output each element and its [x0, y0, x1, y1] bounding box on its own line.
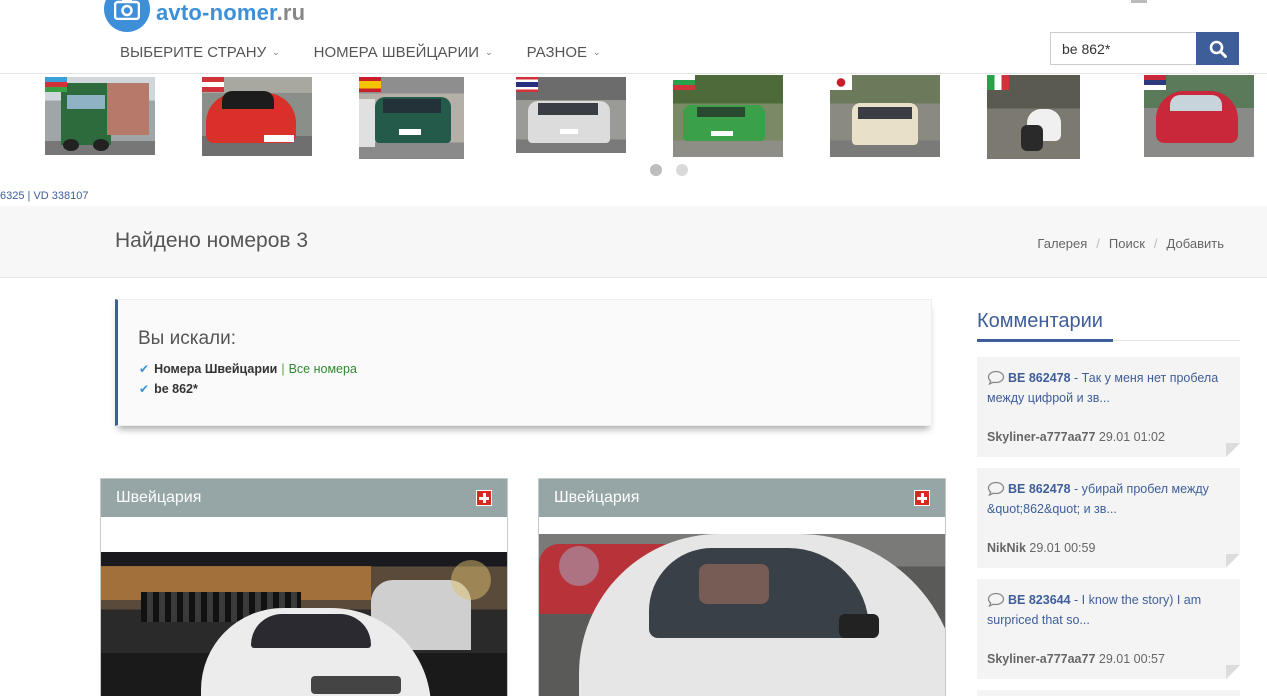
comment-meta: Skyliner-a777aa77 29.01 00:57: [987, 652, 1165, 666]
nav-label: РАЗНОЕ: [526, 44, 588, 61]
logo-text: avto-nomer.ru: [156, 0, 305, 26]
carousel-dot-2[interactable]: [676, 164, 688, 176]
main-nav: ВЫБЕРИТЕ СТРАНУ ⌄ НОМЕРА ШВЕЙЦАРИИ ⌄ РАЗ…: [108, 38, 613, 67]
nav-swiss-plates[interactable]: НОМЕРА ШВЕЙЦАРИИ ⌄: [302, 38, 505, 67]
swiss-flag-icon: [914, 490, 930, 506]
search-summary: Вы искали: ✔ Номера Швейцарии | Все номе…: [115, 299, 932, 426]
site-logo[interactable]: avto-nomer.ru: [104, 0, 305, 32]
comment-plate[interactable]: BE 862478: [1008, 482, 1071, 496]
result-card-2[interactable]: Швейцария: [538, 478, 946, 696]
nav-select-country[interactable]: ВЫБЕРИТЕ СТРАНУ ⌄: [108, 38, 292, 67]
comment-meta: Skyliner-a777aa77 29.01 01:02: [987, 430, 1165, 444]
serbia-flag-icon: [1144, 75, 1166, 90]
italy-flag-icon: [987, 75, 1009, 90]
carousel-thumb-5[interactable]: [673, 75, 783, 157]
camera-icon: [104, 0, 150, 32]
site-header: avto-nomer.ru ВЫБЕРИТЕ СТРАНУ ⌄ НОМЕРА Ш…: [0, 0, 1267, 74]
breadcrumb-separator: /: [1096, 236, 1100, 251]
comment-item[interactable]: BE 823644 - I know the story) I am surpr…: [977, 579, 1240, 679]
result-card-1[interactable]: Швейцария: [100, 478, 508, 696]
corner-fold: [1226, 554, 1240, 568]
top-menu-dash[interactable]: [1131, 0, 1147, 3]
swiss-flag-icon: [476, 490, 492, 506]
speech-bubble-icon: [987, 592, 1005, 607]
breadcrumb-search[interactable]: Поиск: [1109, 236, 1145, 251]
summary-title: Вы искали:: [138, 328, 236, 349]
bulgaria-flag-icon: [673, 75, 695, 90]
speech-bubble-icon: [987, 370, 1005, 385]
summary-query: be 862*: [154, 382, 198, 396]
breadcrumb-gallery[interactable]: Галерея: [1037, 236, 1087, 251]
card-header: Швейцария: [101, 479, 507, 517]
check-icon: ✔: [139, 362, 150, 376]
comment-text: BE 862478 - Так у меня нет пробела между…: [987, 368, 1232, 408]
carousel-thumb-8[interactable]: [1144, 75, 1254, 157]
summary-separator: |: [281, 362, 285, 376]
comment-item[interactable]: BE 862478 - Так у меня нет пробела между…: [977, 357, 1240, 457]
latest-plates-ticker[interactable]: 6325 | VD 338107: [0, 190, 88, 202]
logo-domain: .ru: [276, 0, 306, 25]
chevron-down-icon: ⌄: [272, 47, 280, 57]
comment-user[interactable]: Skyliner-a777aa77: [987, 652, 1095, 666]
search-button[interactable]: [1196, 32, 1239, 65]
breadcrumb: Галерея / Поиск / Добавить: [1037, 236, 1224, 251]
comment-user[interactable]: NikNik: [987, 541, 1026, 555]
comment-plate[interactable]: BE 862478: [1008, 371, 1071, 385]
comment-meta: NikNik 29.01 00:59: [987, 541, 1095, 555]
card-title: Швейцария: [554, 489, 640, 506]
carousel-thumb-2[interactable]: [202, 77, 312, 156]
carousel-thumb-4[interactable]: [516, 77, 626, 153]
corner-fold: [1226, 443, 1240, 457]
plate-photo[interactable]: [539, 534, 945, 696]
spain-flag-icon: [359, 77, 381, 92]
corner-fold: [1226, 665, 1240, 679]
azerbaijan-flag-icon: [45, 77, 67, 92]
card-title: Швейцария: [116, 489, 202, 506]
japan-flag-icon: [830, 75, 852, 90]
comment-item-partial: [977, 690, 1240, 696]
sidebar-title: Комментарии: [977, 310, 1103, 332]
page-title-band: Найдено номеров 3 Галерея / Поиск / Доба…: [0, 206, 1267, 278]
speech-bubble-icon: [987, 481, 1005, 496]
comment-time: 29.01 01:02: [1098, 430, 1165, 444]
chevron-down-icon: ⌄: [593, 47, 601, 57]
carousel-pagination: [650, 164, 702, 176]
page-title: Найдено номеров 3: [115, 229, 309, 252]
card-header: Швейцария: [539, 479, 945, 517]
sidebar-divider-accent: [977, 339, 1113, 342]
carousel-thumb-3[interactable]: [359, 77, 464, 159]
all-plates-link[interactable]: Все номера: [289, 362, 357, 376]
summary-country-row: ✔ Номера Швейцарии | Все номера: [139, 362, 357, 376]
nav-misc[interactable]: РАЗНОЕ ⌄: [515, 38, 613, 67]
comment-plate[interactable]: BE 823644: [1008, 593, 1071, 607]
nav-label: ВЫБЕРИТЕ СТРАНУ: [120, 44, 267, 61]
carousel-dot-1[interactable]: [650, 164, 662, 176]
comment-text: BE 862478 - убирай пробел между &quot;86…: [987, 479, 1232, 519]
breadcrumb-separator: /: [1153, 236, 1158, 251]
search-input[interactable]: [1050, 32, 1196, 65]
comment-text: BE 823644 - I know the story) I am surpr…: [987, 590, 1232, 630]
comment-time: 29.01 00:57: [1098, 652, 1165, 666]
comment-item[interactable]: BE 862478 - убирай пробел между &quot;86…: [977, 468, 1240, 568]
breadcrumb-add[interactable]: Добавить: [1167, 236, 1224, 251]
search-form: [1050, 32, 1239, 65]
comment-user[interactable]: Skyliner-a777aa77: [987, 430, 1095, 444]
carousel-thumb-1[interactable]: [45, 77, 155, 155]
logo-accent: nomer: [209, 0, 277, 25]
nav-label: НОМЕРА ШВЕЙЦАРИИ: [313, 44, 480, 61]
chevron-down-icon: ⌄: [485, 47, 493, 57]
search-icon: [1209, 40, 1227, 58]
austria-flag-icon: [202, 77, 224, 92]
carousel-thumb-6[interactable]: [830, 75, 940, 157]
comment-time: 29.01 00:59: [1029, 541, 1096, 555]
latest-photos-carousel: [0, 74, 1267, 186]
watermark-camera-icon: [559, 546, 599, 586]
thailand-flag-icon: [516, 77, 538, 92]
summary-country: Номера Швейцарии: [154, 362, 278, 376]
logo-main: avto-: [156, 0, 210, 25]
summary-query-row: ✔ be 862*: [139, 382, 198, 396]
check-icon: ✔: [139, 382, 150, 396]
plate-photo[interactable]: [101, 552, 507, 696]
carousel-thumb-7[interactable]: [987, 75, 1080, 159]
